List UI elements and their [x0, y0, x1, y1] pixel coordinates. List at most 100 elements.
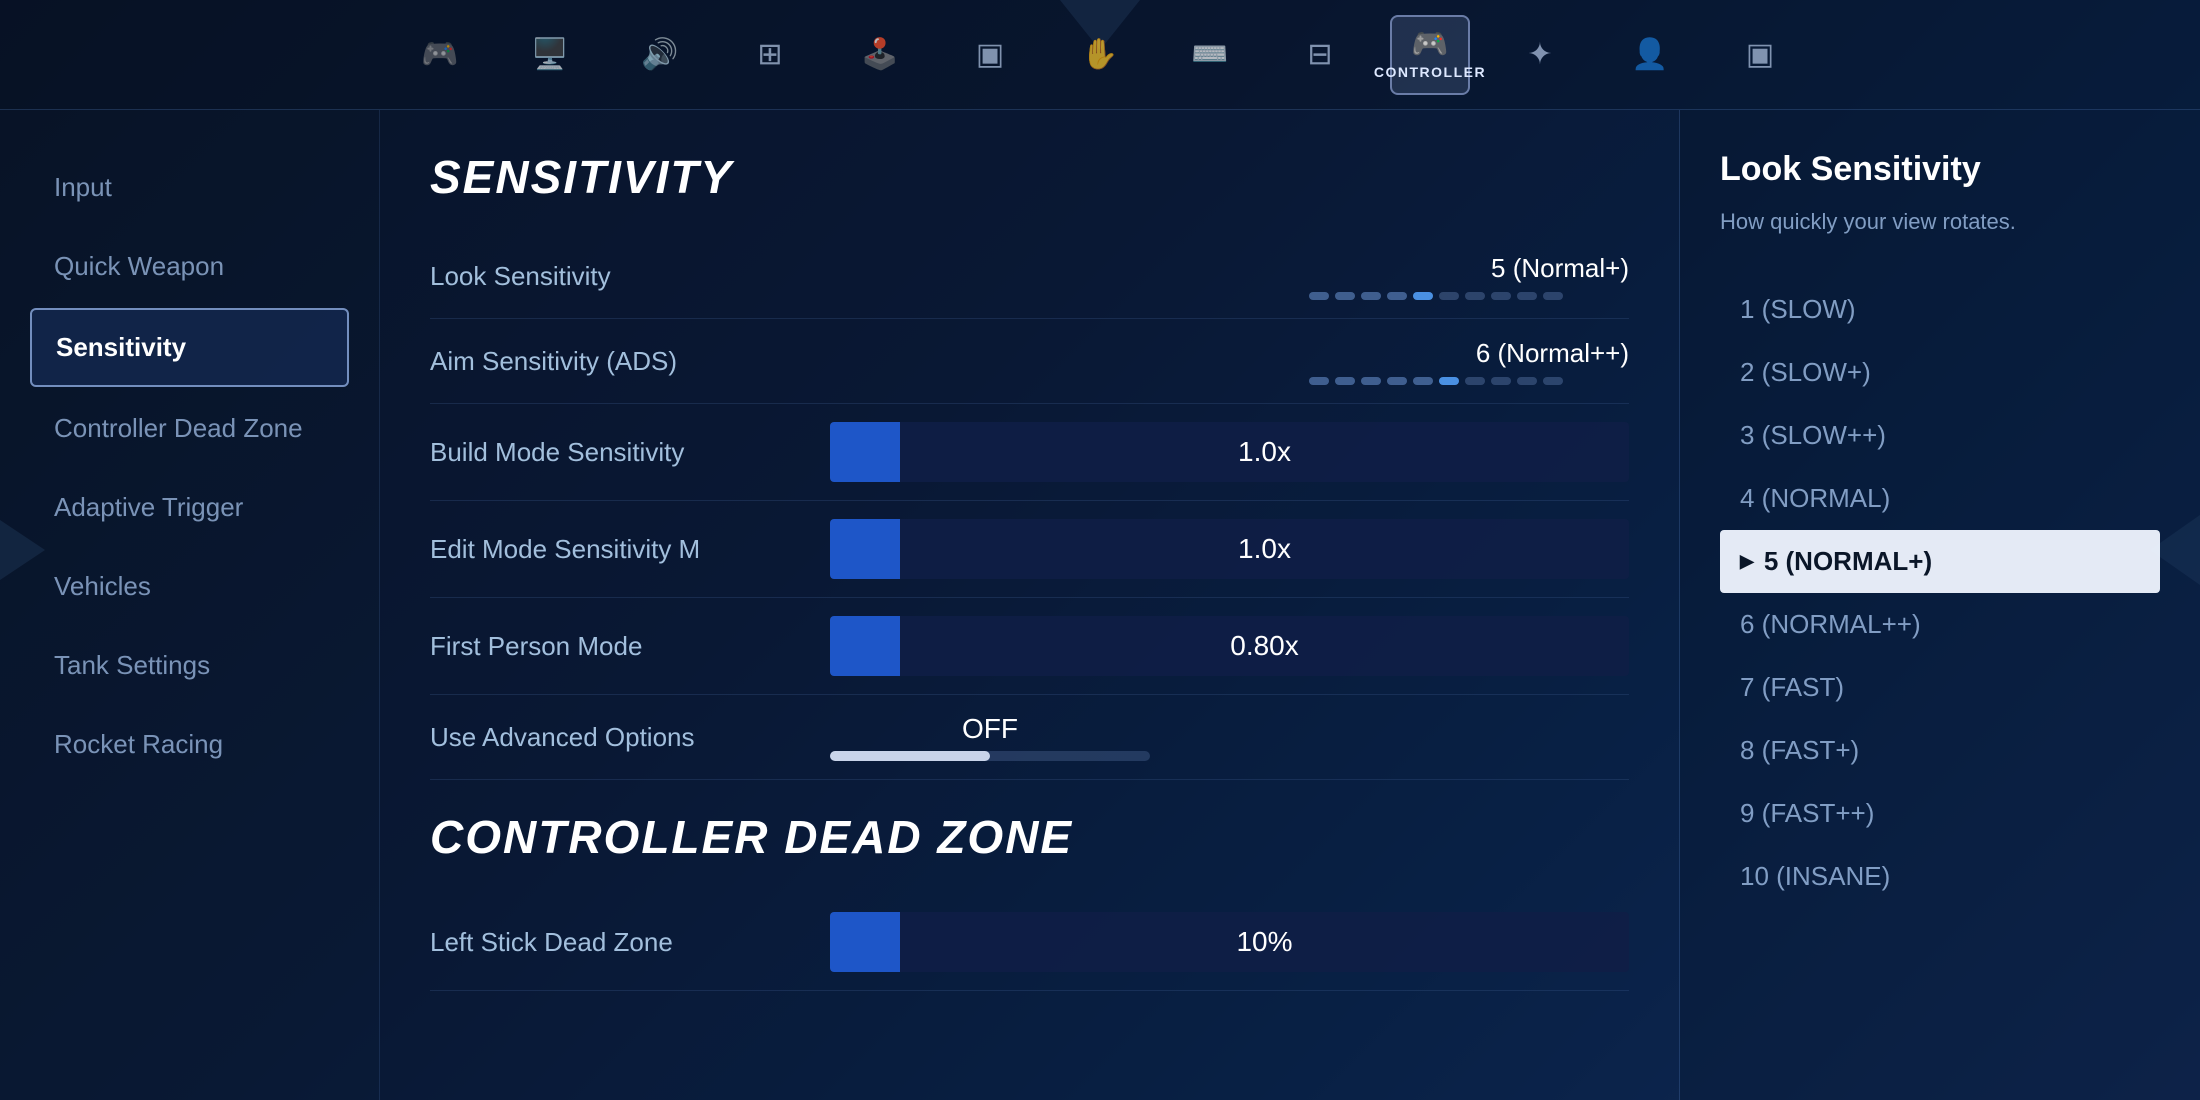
dot-4	[1387, 377, 1407, 385]
slider-value-aim-sensitivity: 6 (Normal++)	[1429, 338, 1629, 369]
nav-icon-controller[interactable]: 🎮CONTROLLER	[1390, 15, 1470, 95]
dot-3	[1361, 292, 1381, 300]
setting-control-aim-sensitivity[interactable]: 6 (Normal++)	[830, 338, 1629, 385]
bar-control-first-person[interactable]: 0.80x	[830, 616, 1629, 676]
sidebar-item-tank-settings[interactable]: Tank Settings	[30, 628, 349, 703]
dot-5	[1413, 292, 1433, 300]
sidebar-item-adaptive-trigger[interactable]: Adaptive Trigger	[30, 470, 349, 545]
input-icon: 🎮	[421, 40, 458, 70]
nav-icon-keyboard[interactable]: ⌨️	[1170, 15, 1250, 95]
slider-dots-look-sensitivity[interactable]	[1309, 292, 1629, 300]
sensitivity-option-label-4: 4 (NORMAL)	[1740, 483, 1890, 514]
right-panel-description: How quickly your view rotates.	[1720, 205, 2160, 238]
setting-label-use-advanced: Use Advanced Options	[430, 722, 830, 753]
slider-wrapper-look-sensitivity: 5 (Normal+)	[830, 253, 1629, 300]
nav-icon-display[interactable]: 🖥️	[510, 15, 590, 95]
sensitivity-option-8[interactable]: 8 (FAST+)	[1720, 719, 2160, 782]
sensitivity-option-label-5: 5 (NORMAL+)	[1764, 546, 1932, 577]
slider-dots-aim-sensitivity[interactable]	[1309, 377, 1629, 385]
sensitivity-option-label-8: 8 (FAST+)	[1740, 735, 1859, 766]
bar-control-left-stick[interactable]: 10%	[830, 912, 1629, 972]
nav-icon-account[interactable]: 👤	[1610, 15, 1690, 95]
top-nav: 🎮 🖥️ 🔊 ⊞ 🕹️ ▣ ✋ ⌨️ ⊟ 🎮CONTROLLER ✦ 👤 ▣	[0, 0, 2200, 110]
bar-control-build-mode[interactable]: 1.0x	[830, 422, 1629, 482]
sensitivity-option-label-7: 7 (FAST)	[1740, 672, 1844, 703]
keyboard-icon: ⌨️	[1191, 40, 1228, 70]
sensitivity-option-label-6: 6 (NORMAL++)	[1740, 609, 1921, 640]
nav-icon-touch[interactable]: ✋	[1060, 15, 1140, 95]
sensitivity-option-label-9: 9 (FAST++)	[1740, 798, 1874, 829]
setting-label-aim-sensitivity: Aim Sensitivity (ADS)	[430, 346, 830, 377]
bar-dark-left-stick: 10%	[900, 912, 1629, 972]
nav-icon-ui[interactable]: ⊞	[730, 15, 810, 95]
bar-blue-edit-mode	[830, 519, 900, 579]
bar-dark-edit-mode: 1.0x	[900, 519, 1629, 579]
network-icon: ⊟	[1307, 40, 1332, 70]
sensitivity-option-10[interactable]: 10 (INSANE)	[1720, 845, 2160, 908]
sidebar-item-vehicles[interactable]: Vehicles	[30, 549, 349, 624]
bar-control-edit-mode[interactable]: 1.0x	[830, 519, 1629, 579]
nav-icons-container: 🎮 🖥️ 🔊 ⊞ 🕹️ ▣ ✋ ⌨️ ⊟ 🎮CONTROLLER ✦ 👤 ▣	[400, 15, 1800, 95]
nav-icon-extras[interactable]: ✦	[1500, 15, 1580, 95]
setting-control-build-mode[interactable]: 1.0x	[830, 422, 1629, 482]
nav-icon-network[interactable]: ⊟	[1280, 15, 1360, 95]
setting-control-use-advanced[interactable]: OFF	[830, 713, 1629, 761]
sidebar-item-input[interactable]: Input	[30, 150, 349, 225]
sensitivity-option-label-3: 3 (SLOW++)	[1740, 420, 1886, 451]
dot-8	[1491, 292, 1511, 300]
nav-icon-input[interactable]: 🎮	[400, 15, 480, 95]
dot-6	[1439, 292, 1459, 300]
dot-6	[1439, 377, 1459, 385]
nav-icon-gamepad[interactable]: 🕹️	[840, 15, 920, 95]
setting-control-look-sensitivity[interactable]: 5 (Normal+)	[830, 253, 1629, 300]
nav-icon-label-controller: CONTROLLER	[1374, 64, 1486, 80]
sensitivity-option-1[interactable]: 1 (SLOW)	[1720, 278, 2160, 341]
sensitivity-option-label-1: 1 (SLOW)	[1740, 294, 1856, 325]
setting-label-left-stick: Left Stick Dead Zone	[430, 927, 830, 958]
toggle-control-use-advanced[interactable]: OFF	[830, 713, 1629, 761]
window-icon: ▣	[976, 40, 1004, 70]
setting-control-left-stick[interactable]: 10%	[830, 912, 1629, 972]
setting-row-edit-mode: Edit Mode Sensitivity M 1.0x	[430, 501, 1629, 598]
nav-icon-audio[interactable]: 🔊	[620, 15, 700, 95]
setting-control-first-person[interactable]: 0.80x	[830, 616, 1629, 676]
setting-label-edit-mode: Edit Mode Sensitivity M	[430, 534, 830, 565]
audio-icon: 🔊	[641, 40, 678, 70]
sensitivity-option-label-2: 2 (SLOW+)	[1740, 357, 1871, 388]
sensitivity-option-3[interactable]: 3 (SLOW++)	[1720, 404, 2160, 467]
dot-4	[1387, 292, 1407, 300]
slider-value-look-sensitivity: 5 (Normal+)	[1429, 253, 1629, 284]
sensitivity-option-4[interactable]: 4 (NORMAL)	[1720, 467, 2160, 530]
sidebar-item-controller-dead-zone[interactable]: Controller Dead Zone	[30, 391, 349, 466]
sidebar-item-sensitivity[interactable]: Sensitivity	[30, 308, 349, 387]
selected-arrow-icon: ▶	[1740, 551, 1754, 572]
bar-dark-build-mode: 1.0x	[900, 422, 1629, 482]
sensitivity-option-9[interactable]: 9 (FAST++)	[1720, 782, 2160, 845]
sensitivity-option-2[interactable]: 2 (SLOW+)	[1720, 341, 2160, 404]
display-icon: 🖥️	[531, 40, 568, 70]
bar-value-left-stick: 10%	[1236, 926, 1292, 958]
setting-control-edit-mode[interactable]: 1.0x	[830, 519, 1629, 579]
center-panel: SENSITIVITYLook Sensitivity5 (Normal+)Ai…	[380, 110, 1680, 1100]
dot-5	[1413, 377, 1433, 385]
setting-row-first-person: First Person Mode0.80x	[430, 598, 1629, 695]
toggle-knob-use-advanced	[830, 751, 990, 761]
bar-blue-left-stick	[830, 912, 900, 972]
sensitivity-option-6[interactable]: 6 (NORMAL++)	[1720, 593, 2160, 656]
sensitivity-option-5[interactable]: ▶ 5 (NORMAL+)	[1720, 530, 2160, 593]
sidebar-item-quick-weapon[interactable]: Quick Weapon	[30, 229, 349, 304]
sensitivity-section-title: SENSITIVITY	[430, 150, 1629, 204]
dot-1	[1309, 292, 1329, 300]
dot-9	[1517, 292, 1537, 300]
dead-zone-section-title: CONTROLLER DEAD ZONE	[430, 810, 1629, 864]
toggle-value-use-advanced: OFF	[830, 713, 1150, 745]
setting-label-build-mode: Build Mode Sensitivity	[430, 437, 830, 468]
toggle-track-use-advanced[interactable]	[830, 751, 1150, 761]
setting-row-left-stick: Left Stick Dead Zone 10%	[430, 894, 1629, 991]
main-content: InputQuick WeaponSensitivityController D…	[0, 110, 2200, 1100]
sidebar-item-rocket-racing[interactable]: Rocket Racing	[30, 707, 349, 782]
more-icon: ▣	[1746, 40, 1774, 70]
nav-icon-window[interactable]: ▣	[950, 15, 1030, 95]
nav-icon-more[interactable]: ▣	[1720, 15, 1800, 95]
sensitivity-option-7[interactable]: 7 (FAST)	[1720, 656, 2160, 719]
